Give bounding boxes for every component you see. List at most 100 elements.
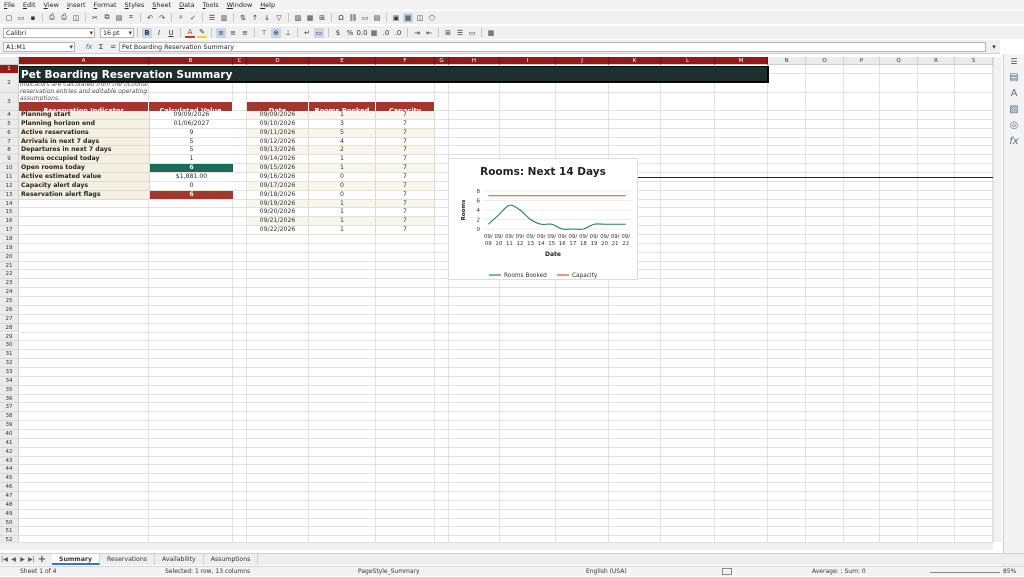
- row-header[interactable]: 42: [0, 447, 19, 457]
- selection-mode-icon[interactable]: [722, 568, 732, 575]
- schedule-booked-cell[interactable]: 0: [309, 173, 376, 182]
- column-icon[interactable]: ▥: [219, 13, 229, 23]
- underline-icon[interactable]: U: [166, 28, 176, 38]
- schedule-capacity-cell[interactable]: 7: [376, 146, 435, 156]
- menu-data[interactable]: Data: [175, 1, 199, 9]
- schedule-booked-cell[interactable]: 0: [309, 190, 376, 200]
- row-header[interactable]: 22: [0, 270, 19, 280]
- properties-icon[interactable]: ▤: [1008, 72, 1020, 84]
- row-header[interactable]: 30: [0, 341, 19, 351]
- column-header-r[interactable]: R: [918, 57, 955, 65]
- schedule-capacity-cell[interactable]: 7: [376, 164, 435, 174]
- column-header-b[interactable]: B: [149, 57, 233, 65]
- copy-icon[interactable]: ⧉: [102, 13, 112, 23]
- spelling-icon[interactable]: ✓: [188, 13, 198, 23]
- menu-insert[interactable]: Insert: [63, 1, 90, 9]
- row-header[interactable]: 16: [0, 217, 19, 227]
- menu-file[interactable]: File: [0, 1, 19, 9]
- column-header-s[interactable]: S: [955, 57, 993, 65]
- schedule-date-cell[interactable]: 09/19/2026: [247, 199, 309, 209]
- row-header[interactable]: 51: [0, 527, 19, 537]
- row-header[interactable]: 31: [0, 350, 19, 360]
- sort-descending-icon[interactable]: ↓: [262, 13, 272, 23]
- schedule-booked-cell[interactable]: 1: [309, 208, 376, 218]
- zoom-slider[interactable]: [930, 572, 1000, 573]
- row-header[interactable]: 7: [0, 137, 19, 147]
- increase-indent-icon[interactable]: ⇥: [412, 28, 422, 38]
- column-header-q[interactable]: Q: [880, 57, 918, 65]
- new-icon[interactable]: ▢: [4, 13, 14, 23]
- row-header[interactable]: 14: [0, 199, 19, 209]
- add-sheet-icon[interactable]: +: [36, 555, 48, 565]
- schedule-booked-cell[interactable]: 1: [309, 111, 376, 120]
- merge-center-icon[interactable]: ▭: [314, 27, 324, 38]
- schedule-booked-cell[interactable]: 0: [309, 181, 376, 191]
- row-header[interactable]: 12: [0, 181, 19, 191]
- indicator-value[interactable]: 6: [149, 190, 233, 200]
- formula-icon[interactable]: =: [108, 42, 118, 52]
- row-header[interactable]: 48: [0, 500, 19, 510]
- prev-sheet-icon[interactable]: ◀: [9, 555, 18, 564]
- row-header[interactable]: 11: [0, 173, 19, 182]
- row-header[interactable]: 15: [0, 208, 19, 218]
- delete-decimal-icon[interactable]: .0: [393, 28, 403, 38]
- menu-help[interactable]: Help: [256, 1, 279, 9]
- indicator-label[interactable]: Departures in next 7 days: [19, 146, 149, 156]
- schedule-date-cell[interactable]: 09/18/2026: [247, 190, 309, 200]
- menu-tools[interactable]: Tools: [199, 1, 223, 9]
- menu-window[interactable]: Window: [223, 1, 257, 9]
- print-icon[interactable]: ⎙: [59, 13, 69, 23]
- pivot-table-icon[interactable]: ⊞: [317, 13, 327, 23]
- image-icon[interactable]: ▨: [293, 13, 303, 23]
- font-name-box[interactable]: Calibri: [3, 27, 95, 38]
- row-header[interactable]: 46: [0, 483, 19, 492]
- row-header[interactable]: 35: [0, 385, 19, 395]
- indicator-value[interactable]: 9: [149, 128, 233, 138]
- vertical-scrollbar[interactable]: [993, 57, 1002, 542]
- row-header[interactable]: 19: [0, 243, 19, 253]
- row-header[interactable]: 50: [0, 518, 19, 528]
- row-header[interactable]: 18: [0, 235, 19, 244]
- row-header[interactable]: 44: [0, 465, 19, 475]
- align-center-icon[interactable]: ≡: [228, 28, 238, 38]
- align-top-icon[interactable]: ⊤: [259, 28, 269, 38]
- show-draw-functions-icon[interactable]: ⬡: [427, 13, 437, 23]
- schedule-capacity-cell[interactable]: 7: [376, 226, 435, 236]
- column-header-i[interactable]: I: [500, 57, 556, 65]
- row-header[interactable]: 27: [0, 314, 19, 324]
- row-header[interactable]: 10: [0, 164, 19, 174]
- schedule-capacity-cell[interactable]: 7: [376, 217, 435, 227]
- schedule-booked-cell[interactable]: 3: [309, 119, 376, 129]
- rooms-chart[interactable]: Rooms: Next 14 Days 0 2 4 6 8 09/09 09/10 09/11…: [448, 158, 638, 280]
- column-header-k[interactable]: K: [609, 57, 661, 65]
- indicator-value[interactable]: 09/09/2026: [149, 111, 233, 120]
- cut-icon[interactable]: ✂: [90, 13, 100, 23]
- row-header[interactable]: 5: [0, 119, 19, 129]
- sheet-tab-assumptions[interactable]: Assumptions: [204, 554, 259, 565]
- row-header[interactable]: 3: [0, 93, 19, 111]
- align-middle-icon[interactable]: ⊕: [271, 27, 281, 38]
- date-format-icon[interactable]: ▦: [369, 28, 379, 38]
- indicator-label[interactable]: Open rooms today: [19, 164, 149, 174]
- column-header-o[interactable]: O: [806, 57, 844, 65]
- row-header[interactable]: 20: [0, 252, 19, 262]
- indicator-label[interactable]: Planning horizon end: [19, 119, 149, 129]
- hyperlink-icon[interactable]: ⛓: [348, 13, 358, 23]
- schedule-date-cell[interactable]: 09/09/2026: [247, 111, 309, 120]
- highlight-icon[interactable]: ✎: [197, 28, 207, 38]
- schedule-booked-cell[interactable]: 1: [309, 217, 376, 227]
- indicator-label[interactable]: Arrivals in next 7 days: [19, 137, 149, 147]
- italic-icon[interactable]: I: [154, 28, 164, 38]
- indicator-value[interactable]: 01/06/2027: [149, 119, 233, 129]
- row-header[interactable]: 32: [0, 359, 19, 368]
- row-header[interactable]: 1: [0, 65, 19, 74]
- column-header-d[interactable]: D: [247, 57, 309, 65]
- row-header[interactable]: 40: [0, 429, 19, 439]
- schedule-date-cell[interactable]: 09/13/2026: [247, 146, 309, 156]
- define-print-area-icon[interactable]: ▣: [391, 13, 401, 23]
- sort-icon[interactable]: ⇅: [238, 13, 248, 23]
- indicator-label[interactable]: Planning start: [19, 111, 149, 120]
- schedule-capacity-cell[interactable]: 7: [376, 155, 435, 165]
- wrap-text-icon[interactable]: ↵: [302, 28, 312, 38]
- schedule-date-cell[interactable]: 09/11/2026: [247, 128, 309, 138]
